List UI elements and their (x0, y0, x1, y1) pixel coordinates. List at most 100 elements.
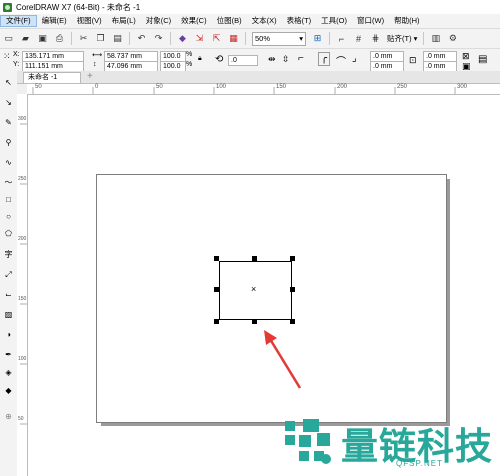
redo-icon[interactable]: ↷ (152, 32, 165, 45)
import-icon[interactable]: ⇲ (193, 32, 206, 45)
smart-fill-icon[interactable]: ◆ (3, 385, 14, 396)
chevron-down-icon: ▾ (299, 34, 303, 43)
welcome-screen-icon[interactable]: ▥ (429, 32, 442, 45)
menu-layout[interactable]: 布局(L) (107, 15, 141, 27)
selection-handle[interactable] (252, 256, 257, 261)
horizontal-ruler[interactable]: 50 0 50 100 150 200 250 300 (27, 84, 500, 95)
freehand-tool-icon[interactable]: ∿ (3, 157, 14, 168)
pick-tool-icon[interactable]: ↖ (3, 77, 14, 88)
mirror-vertical-icon[interactable]: ⇳ (282, 54, 290, 65)
ellipse-tool-icon[interactable]: ○ (3, 211, 14, 222)
ruler-tick-label: 150 (18, 296, 27, 302)
watermark-logo-icon (285, 419, 331, 464)
snap-to-dropdown[interactable]: 贴齐(T) ▾ (387, 33, 417, 45)
parallel-dimension-icon[interactable]: ⤢ (3, 269, 14, 280)
new-document-icon[interactable]: ▭ (2, 32, 15, 45)
menu-bitmaps[interactable]: 位图(B) (212, 15, 247, 27)
width-icon: ⟷ (92, 52, 103, 59)
reference-point-icon[interactable]: ⁙ (3, 51, 11, 62)
zoom-level-select[interactable]: 50% ▾ (252, 31, 306, 46)
text-tool-icon[interactable]: 字 (3, 249, 14, 260)
selection-handle[interactable] (214, 287, 219, 292)
menu-text[interactable]: 文本(X) (247, 15, 282, 27)
connector-tool-icon[interactable]: ⌙ (3, 289, 14, 300)
mirror-horizontal-icon[interactable]: ⇹ (268, 54, 276, 65)
round-corner-active-icon[interactable]: ╭ (318, 52, 330, 66)
paste-icon[interactable]: ▤ (111, 32, 124, 45)
add-tab-icon[interactable]: + (87, 71, 93, 82)
add-tool-icon[interactable]: ⊕ (3, 411, 14, 422)
separator (170, 32, 171, 45)
ruler-tick-label: 50 (35, 84, 42, 90)
color-eyedropper-icon[interactable]: ✒ (3, 349, 14, 360)
options-icon[interactable]: ⚙ (446, 32, 459, 45)
search-content-icon[interactable]: ◆ (176, 32, 189, 45)
menu-tools[interactable]: 工具(O) (316, 15, 352, 27)
menu-window[interactable]: 窗口(W) (352, 15, 389, 27)
publish-pdf-icon[interactable]: ▦ (227, 32, 240, 45)
rotation-center-icon[interactable]: × (251, 285, 256, 294)
transparency-icon[interactable]: ◑ (3, 329, 14, 340)
polygon-tool-icon[interactable]: ⬠ (3, 228, 14, 239)
print-icon[interactable]: ⎙ (53, 32, 66, 45)
title-bar: CorelDRAW X7 (64-Bit) - 未命名 -1 (0, 0, 500, 14)
rotate-icon: ⟲ (215, 54, 224, 65)
show-rulers-icon[interactable]: ⌐ (335, 32, 348, 45)
artistic-media-icon[interactable]: 〜 (3, 177, 14, 188)
scale-width-unit: % (186, 51, 193, 58)
shape-tool-icon[interactable]: ↘ (3, 97, 14, 108)
crop-tool-icon[interactable]: ✎ (3, 117, 14, 128)
height-icon: ↕ (93, 61, 97, 68)
lock-corners-icon[interactable]: ⊡ (409, 55, 417, 66)
selection-handle[interactable] (290, 319, 295, 324)
show-guidelines-icon[interactable]: ⋕ (369, 32, 382, 45)
ruler-tick-label: 0 (95, 84, 99, 90)
undo-icon[interactable]: ↶ (135, 32, 148, 45)
scale-height-unit: % (186, 61, 193, 68)
ruler-tick-label: 50 (156, 84, 163, 90)
ruler-tick-label: 300 (457, 84, 468, 90)
menu-table[interactable]: 表格(T) (282, 15, 317, 27)
menu-view[interactable]: 视图(V) (72, 15, 107, 27)
vertical-ruler[interactable]: 300 250 200 150 100 50 (17, 94, 28, 476)
selection-handle[interactable] (252, 319, 257, 324)
selection-handle[interactable] (214, 256, 219, 261)
full-screen-icon[interactable]: ⊞ (311, 32, 324, 45)
menu-file[interactable]: 文件(F) (0, 15, 37, 27)
ruler-tick-label: 200 (18, 236, 27, 242)
chamfered-corner-icon[interactable]: ⌟ (352, 53, 357, 64)
menu-edit[interactable]: 编辑(E) (37, 15, 72, 27)
save-icon[interactable]: ▣ (36, 32, 49, 45)
drop-shadow-icon[interactable]: ▨ (3, 309, 14, 320)
scalloped-corner-icon[interactable]: ⌒ (336, 53, 346, 68)
export-icon[interactable]: ⇱ (210, 32, 223, 45)
copy-icon[interactable]: ❐ (94, 32, 107, 45)
menu-object[interactable]: 对象(C) (141, 15, 176, 27)
zoom-level-value: 50% (255, 34, 271, 43)
menu-help[interactable]: 帮助(H) (389, 15, 424, 27)
selection-handle[interactable] (214, 319, 219, 324)
selection-handle[interactable] (290, 256, 295, 261)
rectangle-tool-icon[interactable]: □ (3, 194, 14, 205)
ruler-tick-label: 250 (18, 176, 27, 182)
y-position-label: Y: (13, 61, 20, 68)
cut-icon[interactable]: ✂ (77, 32, 90, 45)
ruler-tick-label: 50 (18, 416, 24, 422)
show-grid-icon[interactable]: # (352, 32, 365, 45)
menu-effects[interactable]: 效果(C) (176, 15, 211, 27)
rotation-angle-input[interactable]: .0 (228, 55, 258, 66)
wrap-text-icon[interactable]: ▤ (478, 54, 487, 65)
zoom-tool-icon[interactable]: ⚲ (3, 137, 14, 148)
lock-ratio-icon[interactable]: 🔒︎ (198, 55, 202, 63)
round-corner-icon[interactable]: ⌐ (298, 53, 304, 64)
coreldraw-logo-icon (3, 2, 12, 12)
standard-toolbar: ▭ ▰ ▣ ⎙ ✂ ❐ ▤ ↶ ↷ ◆ ⇲ ⇱ ▦ 50% ▾ ⊞ ⌐ # ⋕ … (0, 29, 500, 49)
tab-untitled-1[interactable]: 未命名 -1 (23, 72, 81, 83)
interactive-fill-icon[interactable]: ◈ (3, 367, 14, 378)
selection-handle[interactable] (290, 287, 295, 292)
ruler-tick-label: 250 (397, 84, 408, 90)
separator (423, 32, 425, 45)
ruler-tick-label: 300 (18, 116, 27, 122)
open-folder-icon[interactable]: ▰ (19, 32, 32, 45)
separator (71, 32, 72, 45)
